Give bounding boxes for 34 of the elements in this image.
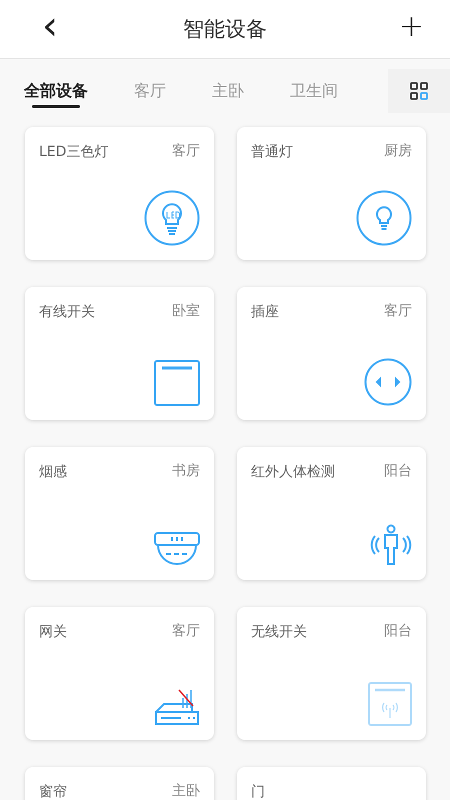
device-card[interactable]: 窗帘 主卧	[25, 767, 214, 800]
device-name: LED三色灯	[39, 143, 108, 161]
device-room: 阳台	[384, 462, 412, 480]
device-card[interactable]: 网关 客厅	[25, 607, 214, 740]
device-card[interactable]: LED三色灯 客厅	[25, 127, 214, 260]
add-button[interactable]: +	[398, 12, 424, 46]
device-room: 客厅	[384, 302, 412, 320]
grid-view-button[interactable]	[388, 69, 450, 113]
device-name: 红外人体检测	[251, 463, 335, 481]
device-room: 卧室	[172, 302, 200, 320]
device-name: 普通灯	[251, 143, 293, 161]
device-card[interactable]: 插座 客厅	[237, 287, 426, 420]
device-name: 门	[251, 783, 265, 800]
device-name: 有线开关	[39, 303, 95, 321]
device-name: 窗帘	[39, 783, 67, 800]
device-name: 无线开关	[251, 623, 307, 641]
back-button[interactable]: ‹	[38, 6, 62, 52]
grid-view-icon	[410, 82, 428, 100]
device-name: 插座	[251, 303, 279, 321]
device-room: 客厅	[172, 622, 200, 640]
device-card[interactable]: 普通灯 厨房	[237, 127, 426, 260]
device-room: 阳台	[384, 622, 412, 640]
device-name: 网关	[39, 623, 67, 641]
device-name: 烟感	[39, 463, 67, 481]
device-card[interactable]: 烟感 书房	[25, 447, 214, 580]
device-room: 客厅	[172, 142, 200, 160]
device-room: 书房	[172, 462, 200, 480]
device-card[interactable]: 门	[237, 767, 426, 800]
device-card[interactable]: 有线开关 卧室	[25, 287, 214, 420]
device-room: 厨房	[384, 142, 412, 160]
device-room: 主卧	[172, 782, 200, 800]
page-title: 智能设备	[183, 16, 267, 43]
room-tab[interactable]: 全部设备	[24, 74, 88, 108]
device-card[interactable]: 红外人体检测 阳台	[237, 447, 426, 580]
